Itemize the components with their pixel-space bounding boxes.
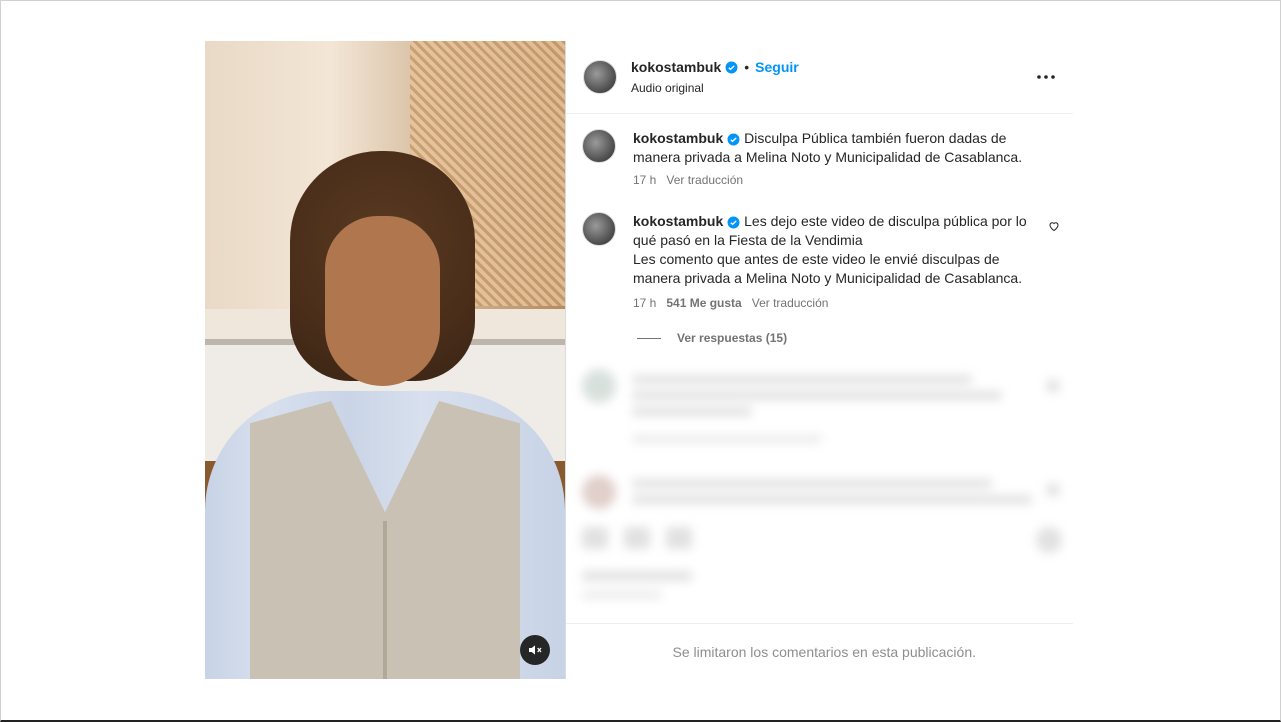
verified-badge-icon [727, 216, 740, 229]
comment-time[interactable]: 17 h [633, 296, 656, 310]
separator-dot: • [744, 59, 750, 75]
translate-link[interactable]: Ver traducción [752, 296, 829, 310]
post-video[interactable] [205, 41, 565, 679]
comment-username[interactable]: kokostambuk [633, 130, 723, 146]
more-options-button[interactable] [1037, 67, 1055, 85]
avatar[interactable] [582, 212, 616, 246]
like-comment-button[interactable] [1048, 219, 1060, 237]
comment-text-line2: Les comento que antes de este video le e… [633, 251, 1023, 286]
header-username[interactable]: kokostambuk [631, 59, 721, 75]
comment-item: kokostambuk Les dejo este video de discu… [582, 212, 1059, 312]
verified-badge-icon [727, 133, 740, 146]
follow-button[interactable]: Seguir [755, 59, 799, 75]
audio-label[interactable]: Audio original [631, 81, 704, 95]
comments-limited-notice: Se limitaron los comentarios en esta pub… [672, 644, 977, 660]
comment-likes[interactable]: 541 Me gusta [666, 296, 741, 310]
view-replies-label: Ver respuestas (15) [677, 331, 788, 345]
translate-link[interactable]: Ver traducción [666, 173, 743, 187]
heart-icon [1049, 222, 1059, 232]
view-replies-button[interactable]: Ver respuestas (15) [637, 331, 787, 345]
blurred-comments [566, 365, 1073, 615]
avatar[interactable] [582, 129, 616, 163]
mute-button[interactable] [520, 635, 550, 665]
post-header: kokostambuk • Seguir Audio original [566, 41, 1073, 114]
comment-username[interactable]: kokostambuk [633, 213, 723, 229]
video-person-face [325, 216, 440, 386]
comment-time[interactable]: 17 h [633, 173, 656, 187]
more-options-icon [1037, 75, 1055, 79]
verified-badge-icon [725, 61, 738, 74]
mute-icon [529, 645, 542, 655]
avatar[interactable] [583, 60, 617, 94]
caption-comment: kokostambuk Disculpa Pública también fue… [582, 129, 1052, 191]
